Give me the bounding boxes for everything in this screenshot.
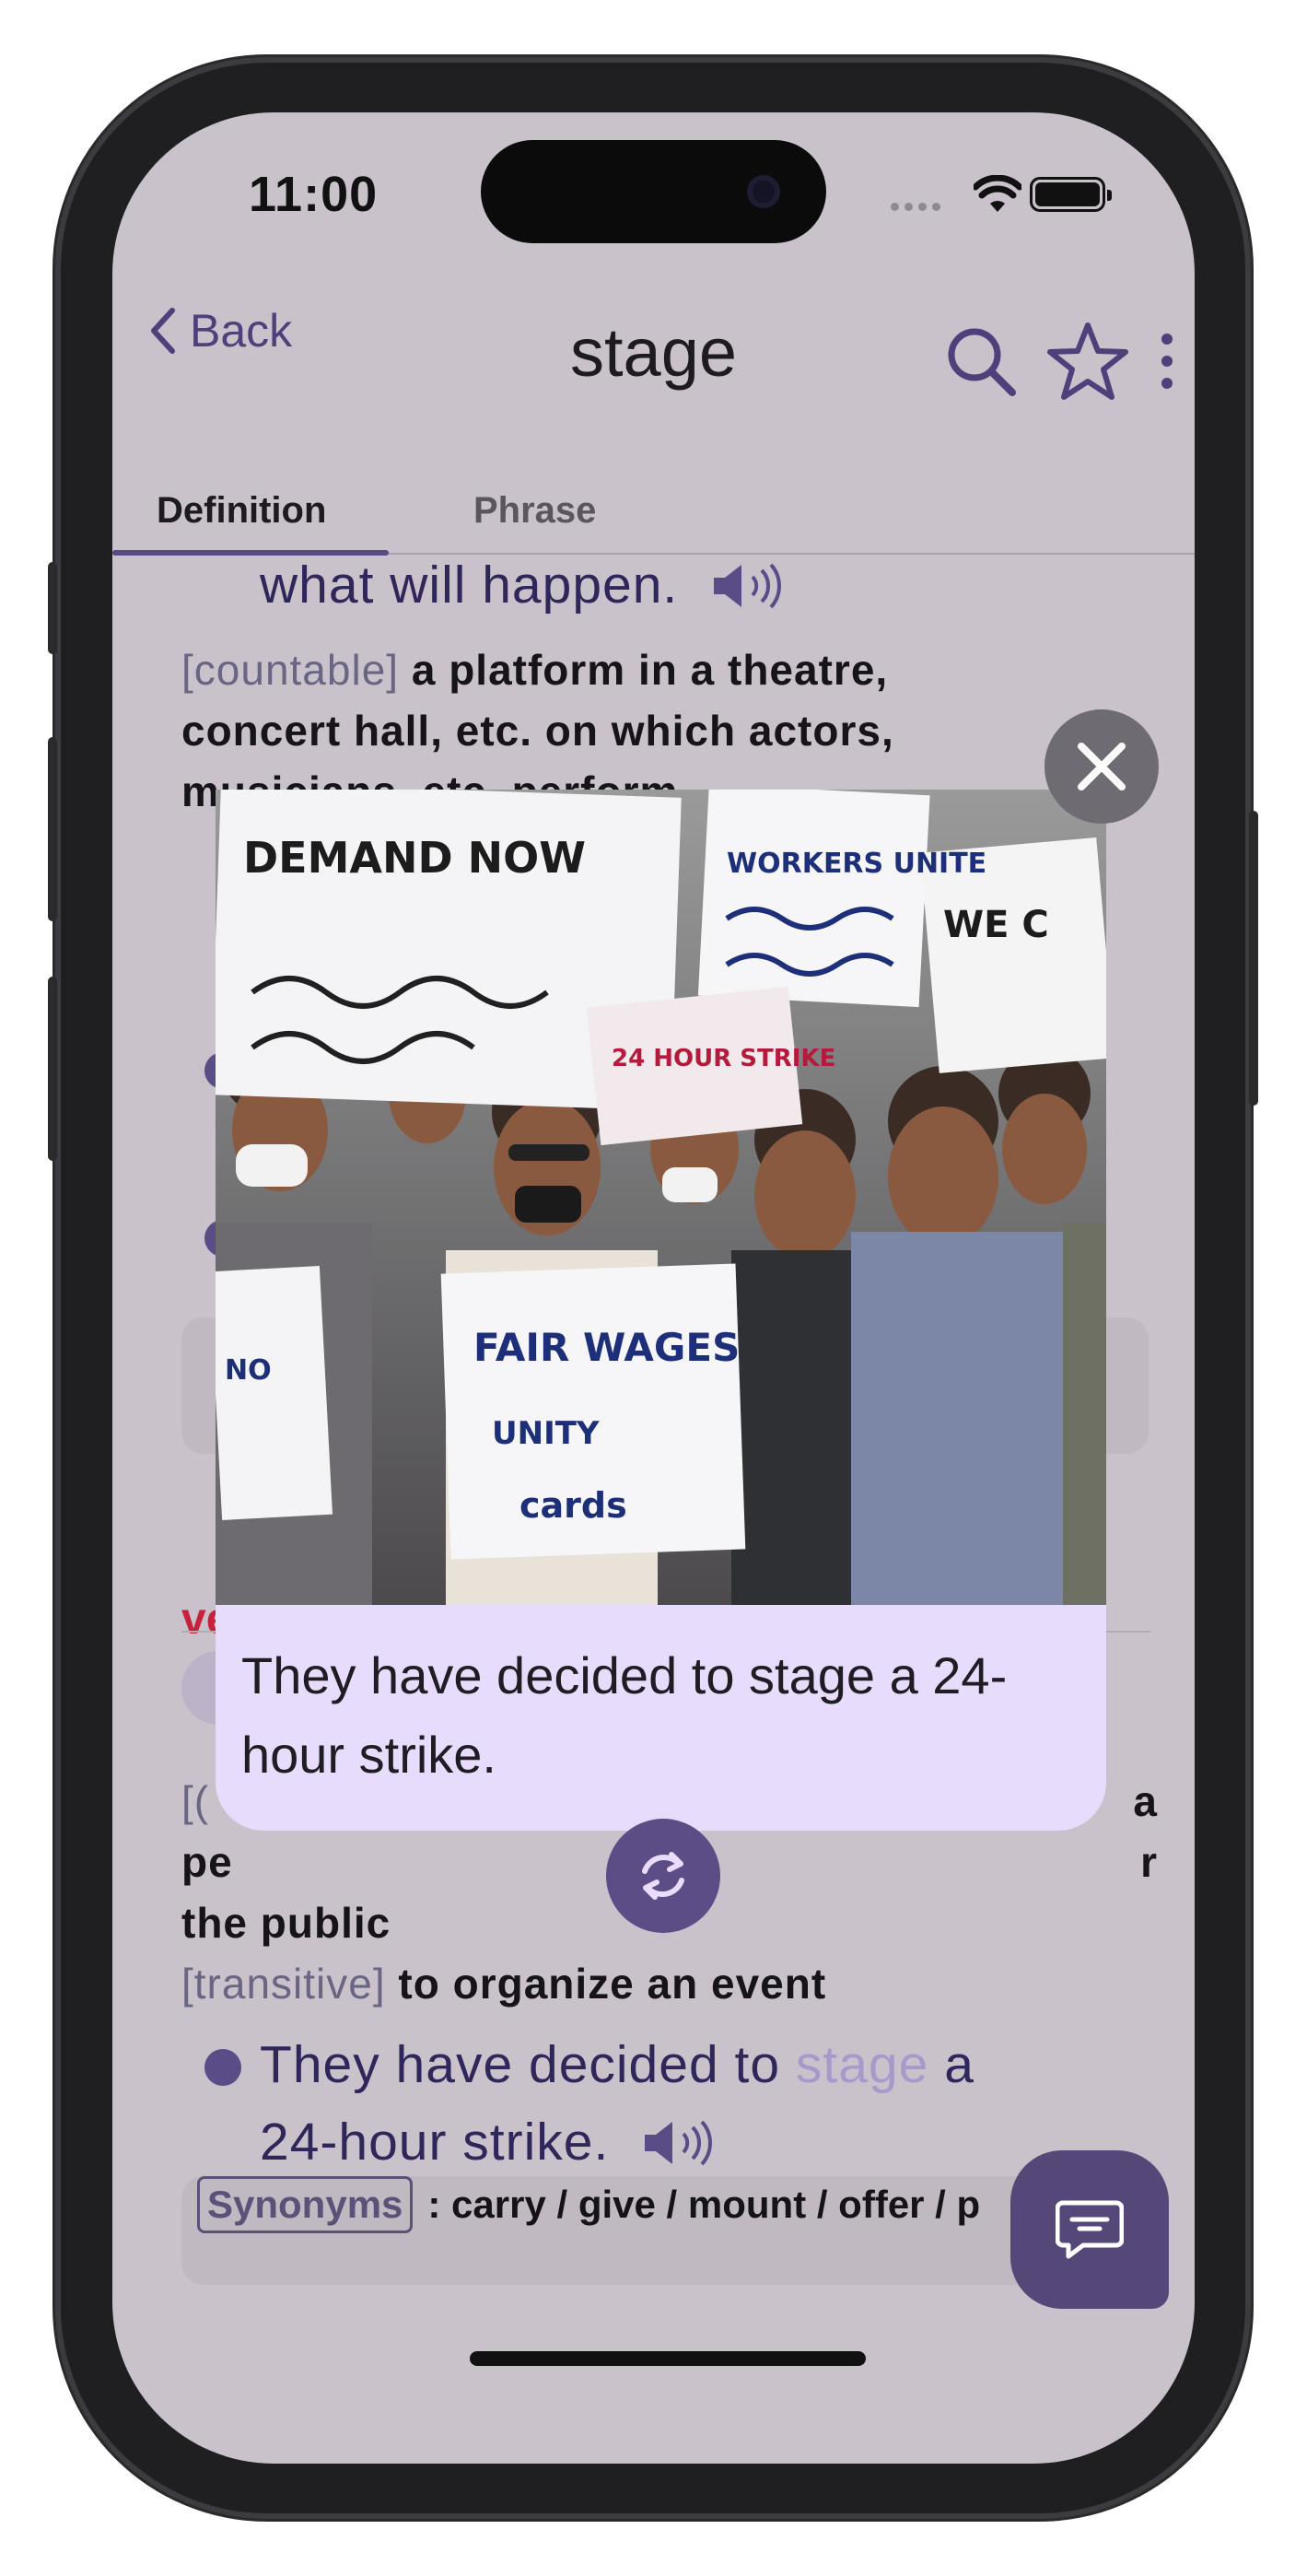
illustration-image: DEMAND NOW WORKERS UNITE 24 HOUR STRIKE … [216,790,1106,1605]
svg-text:WE C: WE C [943,904,1049,946]
refresh-icon [642,1852,684,1900]
star-icon [1047,322,1128,400]
sign-text: DEMAND NOW [243,833,586,883]
synonyms-row: Synonyms : carry / give / mount / offer … [197,2176,980,2233]
chat-icon [1056,2200,1124,2259]
svg-text:UNITY: UNITY [492,1415,600,1452]
tab-bar: Definition Phrase [112,466,1195,556]
speaker-icon[interactable] [641,2119,717,2167]
close-popup-button[interactable] [1044,709,1159,824]
sign-text: WORKERS UNITE [727,848,986,880]
wifi-icon [974,175,1021,212]
status-time: 11:00 [249,167,379,222]
example-bullet [204,2049,241,2086]
more-button[interactable] [1158,332,1176,391]
app-screen: 11:00 Back stage Definition Phrase what … [112,112,1195,2464]
favorite-button[interactable] [1045,321,1130,402]
volume-up-button [48,737,57,921]
definition-transitive: [transitive] to organize an event [181,1953,1158,2014]
power-button [1249,811,1258,1106]
svg-text:NO: NO [225,1354,272,1387]
tab-phrase[interactable]: Phrase [473,490,596,532]
volume-down-button [48,977,57,1161]
speaker-icon[interactable] [710,562,786,610]
close-icon [1078,743,1126,790]
silent-switch [48,562,57,654]
battery-icon [1030,177,1112,212]
chat-button[interactable] [1010,2150,1169,2309]
home-indicator [470,2351,866,2366]
definition-text: to organize an event [398,1960,827,2008]
tab-definition[interactable]: Definition [157,490,326,532]
example-text: what will happen. [260,555,786,615]
example-sentence: They have decided to stage a [260,2035,974,2094]
image-caption: They have decided to stage a 24-hour str… [216,1605,1106,1831]
camera-icon [747,175,780,208]
more-vertical-icon [1161,334,1173,389]
protest-illustration: DEMAND NOW WORKERS UNITE 24 HOUR STRIKE … [216,790,1106,1605]
sign-text: FAIR WAGES [473,1325,740,1370]
highlighted-headword: stage [795,2035,929,2094]
synonyms-text: : carry / give / mount / offer / p [427,2183,981,2226]
grammar-tag: [transitive] [181,1960,386,2008]
example-sentence-line2: 24-hour strike. [260,2112,717,2172]
image-popup: DEMAND NOW WORKERS UNITE 24 HOUR STRIKE … [216,790,1106,1831]
synonyms-label: Synonyms [197,2176,414,2233]
svg-text:cards: cards [519,1485,627,1526]
dynamic-island [481,140,826,243]
grammar-tag: [countable] [181,646,400,694]
search-button[interactable] [944,324,1018,398]
refresh-image-button[interactable] [606,1819,720,1933]
sign-text: 24 HOUR STRIKE [612,1045,835,1072]
cellular-signal-icon [891,203,940,211]
search-icon [948,328,1016,396]
